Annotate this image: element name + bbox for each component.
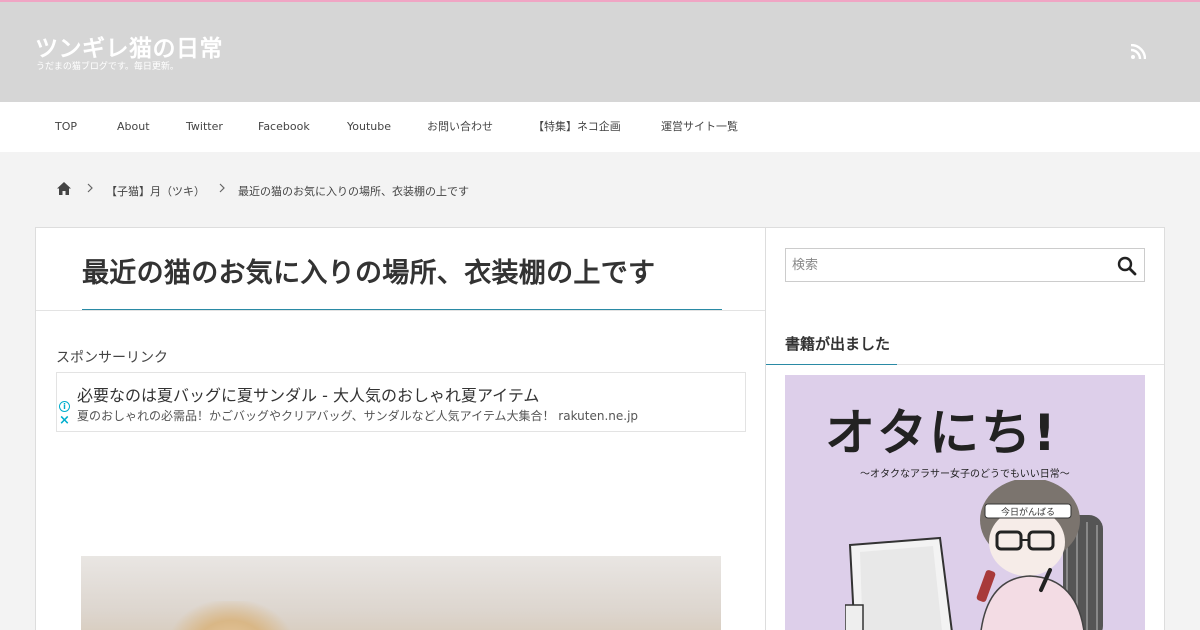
cat-fur-image [171,601,291,630]
ad-close-icon[interactable]: × [59,414,70,427]
site-description: うだまの猫ブログです。毎日更新。 [36,62,179,72]
search-input[interactable] [786,249,1106,281]
book-cover[interactable]: オタにち! 〜オタクなアラサー女子のどうでもいい日常〜 今日がんばる [785,375,1145,630]
ad-title[interactable]: 必要なのは夏バッグに夏サンダル - 大人気のおしゃれ夏アイテム [77,382,539,406]
headband-text: 今日がんばる [1001,506,1055,518]
nav-item-about[interactable]: About [117,102,150,152]
nav-item-facebook[interactable]: Facebook [258,102,310,152]
nav-item-feature[interactable]: 【特集】ネコ企画 [533,102,621,152]
widget-title: 書籍が出ました [785,335,891,353]
sponsor-label: スポンサーリンク [56,350,168,366]
breadcrumb-item-category[interactable]: 【子猫】月（ツキ） [106,183,205,199]
book-subtitle: 〜オタクなアラサー女子のどうでもいい日常〜 [860,469,1070,480]
widget-accent-line [766,364,897,365]
page-title: 最近の猫のお気に入りの場所、衣装棚の上です [82,258,656,289]
sidebar: 書籍が出ました オタにち! 〜オタクなアラサー女子のどうでもいい日常〜 今日がん… [765,227,1165,630]
breadcrumb: 【子猫】月（ツキ） 最近の猫のお気に入りの場所、衣装棚の上です [56,180,756,200]
book-illustration: 今日がんばる [845,480,1103,630]
nav-item-sites[interactable]: 運営サイト一覧 [661,102,738,152]
nav-item-top[interactable]: TOP [55,102,77,152]
site-title[interactable]: ツンギレ猫の日常 [35,29,223,63]
article-header: 最近の猫のお気に入りの場所、衣装棚の上です [36,228,765,311]
ad-info-icon[interactable]: i [59,401,70,412]
chevron-right-icon [219,183,225,193]
article-photo [81,556,721,630]
home-icon[interactable] [56,181,72,196]
title-underline [82,309,722,310]
ad-description[interactable]: 夏のおしゃれの必需品！かごバッグやクリアバッグ、サンダルなど人気アイテム大集合！… [77,407,638,424]
nav-item-youtube[interactable]: Youtube [347,102,391,152]
chevron-right-icon [87,183,93,193]
ad-banner[interactable]: i × 必要なのは夏バッグに夏サンダル - 大人気のおしゃれ夏アイテム 夏のおし… [56,372,746,432]
nav-item-contact[interactable]: お問い合わせ [427,102,493,152]
breadcrumb-item-current: 最近の猫のお気に入りの場所、衣装棚の上です [238,185,469,198]
rss-icon[interactable] [1130,44,1146,60]
search-icon[interactable] [1117,256,1137,276]
search-form [785,248,1145,282]
article-main: 最近の猫のお気に入りの場所、衣装棚の上です スポンサーリンク i × 必要なのは… [35,227,766,630]
nav-item-twitter[interactable]: Twitter [186,102,223,152]
global-nav: TOP About Twitter Facebook Youtube お問い合わ… [0,102,1200,152]
site-header: ツンギレ猫の日常 うだまの猫ブログです。毎日更新。 [0,2,1200,102]
book-title: オタにち! [825,404,1058,462]
